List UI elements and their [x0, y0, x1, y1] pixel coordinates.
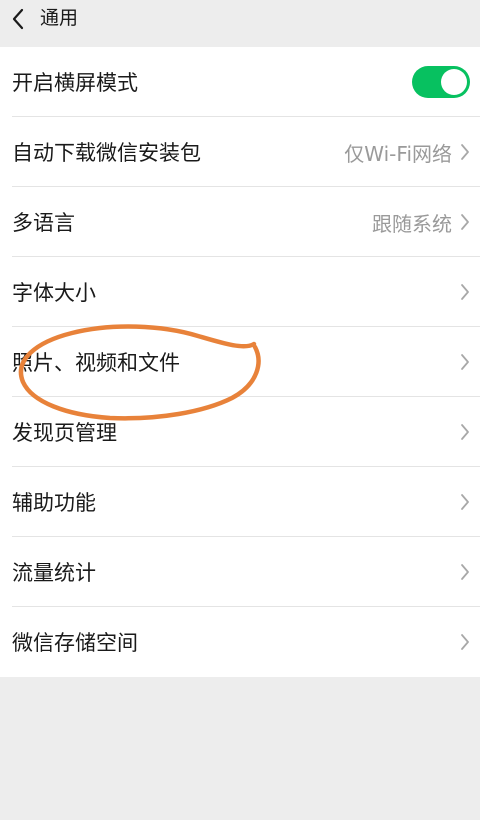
chevron-right-icon: [459, 633, 471, 651]
setting-label: 照片、视频和文件: [12, 351, 180, 375]
setting-data-usage[interactable]: 流量统计: [0, 537, 480, 607]
setting-label: 发现页管理: [12, 421, 117, 445]
setting-storage[interactable]: 微信存储空间: [0, 607, 480, 677]
chevron-right-icon: [459, 423, 471, 441]
setting-label: 自动下载微信安装包: [12, 141, 201, 165]
toggle-knob: [441, 69, 467, 95]
setting-label: 微信存储空间: [12, 631, 138, 655]
setting-value: 仅Wi-Fi网络: [344, 141, 452, 166]
top-bar: 通用: [0, 0, 480, 47]
setting-auto-download[interactable]: 自动下载微信安装包 仅Wi-Fi网络: [0, 117, 480, 187]
setting-label: 开启横屏模式: [12, 71, 138, 95]
chevron-left-icon: [12, 8, 24, 30]
setting-photos-videos-files[interactable]: 照片、视频和文件: [0, 327, 480, 397]
chevron-right-icon: [459, 283, 471, 301]
chevron-right-icon: [459, 563, 471, 581]
chevron-right-icon: [459, 493, 471, 511]
setting-discover-management[interactable]: 发现页管理: [0, 397, 480, 467]
setting-label: 流量统计: [12, 561, 96, 585]
setting-language[interactable]: 多语言 跟随系统: [0, 187, 480, 257]
setting-accessibility[interactable]: 辅助功能: [0, 467, 480, 537]
landscape-mode-toggle[interactable]: [412, 66, 470, 98]
setting-landscape-mode[interactable]: 开启横屏模式: [0, 47, 480, 117]
setting-font-size[interactable]: 字体大小: [0, 257, 480, 327]
setting-value: 跟随系统: [372, 211, 452, 236]
chevron-right-icon: [459, 213, 471, 231]
setting-label: 字体大小: [12, 281, 96, 305]
page-title: 通用: [40, 7, 79, 29]
setting-label: 辅助功能: [12, 491, 96, 515]
chevron-right-icon: [459, 143, 471, 161]
setting-label: 多语言: [12, 211, 75, 235]
chevron-right-icon: [459, 353, 471, 371]
settings-list: 开启横屏模式 自动下载微信安装包 仅Wi-Fi网络 多语言 跟随系统 字体大小 …: [0, 47, 480, 677]
back-button[interactable]: [4, 4, 32, 34]
